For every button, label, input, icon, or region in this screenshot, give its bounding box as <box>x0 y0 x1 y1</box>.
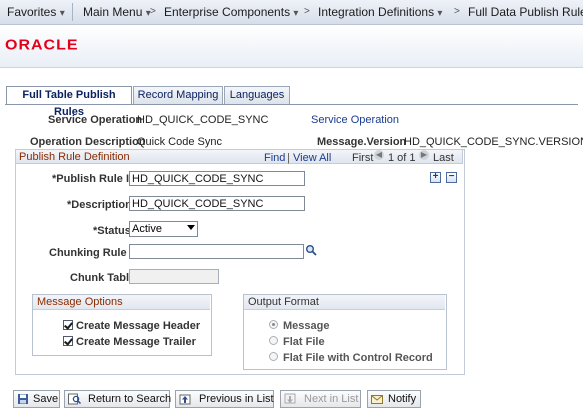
nav-pipe: | <box>287 152 290 164</box>
publish-rule-id-input[interactable]: HD_QUICK_CODE_SYNC <box>129 171 305 186</box>
delete-row-icon[interactable]: − <box>446 172 457 183</box>
chunking-rule-id-label: Chunking Rule ID <box>49 247 141 259</box>
message-radio <box>269 320 278 329</box>
first-label: First <box>352 152 374 164</box>
breadcrumb-enterprise-components-label: Enterprise Components <box>164 5 291 19</box>
breadcrumb-dropdown-icon: ▾ <box>293 8 299 19</box>
flat-file-radio <box>269 336 278 345</box>
publish-rule-id-label: *Publish Rule ID <box>52 173 137 185</box>
description-label: *Description <box>67 199 132 211</box>
tab-divider <box>5 104 578 105</box>
save-icon <box>17 393 29 405</box>
notify-icon <box>371 393 383 405</box>
tab-languages[interactable]: Languages <box>224 86 290 104</box>
create-message-header-label: Create Message Header <box>76 320 201 332</box>
next-row-icon[interactable]: ▶ <box>419 150 429 160</box>
previous-in-list-button[interactable]: Previous in List <box>175 390 274 408</box>
oracle-logo: ORACLE <box>5 37 79 54</box>
save-label: Save <box>33 393 59 405</box>
create-message-trailer-checkbox[interactable] <box>63 336 73 346</box>
operation-description-label: Operation Description <box>30 136 146 148</box>
flat-file-control-radio <box>269 352 278 361</box>
breadcrumb-integration-definitions-label: Integration Definitions <box>318 5 435 19</box>
previous-in-list-icon <box>179 393 191 405</box>
message-options-title: Message Options <box>33 295 210 310</box>
tab-full-table-publish-rules[interactable]: Full Table Publish Rules <box>6 86 132 118</box>
breadcrumb-chevron-icon: > <box>454 6 460 17</box>
create-message-trailer-label: Create Message Trailer <box>76 336 196 348</box>
breadcrumb-full-data-publish-rules: Full Data Publish Rules <box>468 5 583 19</box>
notify-label: Notify <box>388 393 417 405</box>
main-menu-label: Main Menu <box>83 5 143 19</box>
favorites-dropdown-icon: ▾ <box>59 8 65 19</box>
next-in-list-icon <box>284 393 296 405</box>
message-version-label: Message.Version <box>317 136 407 148</box>
next-in-list-label: Next in List <box>304 393 359 405</box>
branding-header <box>0 25 583 68</box>
next-in-list-button: Next in List <box>280 390 361 408</box>
status-label: *Status <box>93 225 131 237</box>
service-operation-link[interactable]: Service Operation <box>311 114 399 126</box>
output-format-title: Output Format <box>244 295 445 310</box>
row-range: 1 of 1 <box>388 152 416 164</box>
last-label: Last <box>433 152 454 164</box>
return-to-search-icon <box>68 393 82 405</box>
status-select[interactable]: Active <box>129 221 198 237</box>
search-icon[interactable] <box>305 244 317 256</box>
flat-file-radio-label: Flat File <box>283 336 325 348</box>
publish-rule-definition-title: Publish Rule Definition <box>19 151 130 163</box>
message-version-value: HD_QUICK_CODE_SYNC.VERSION_1 <box>404 136 583 148</box>
notify-button[interactable]: Notify <box>367 390 421 408</box>
chevron-down-icon <box>187 225 195 230</box>
chunking-rule-id-input[interactable] <box>129 244 304 259</box>
nav-separator <box>72 3 73 21</box>
flat-file-control-radio-label: Flat File with Control Record <box>283 352 433 364</box>
message-radio-label: Message <box>283 320 330 332</box>
breadcrumb-chevron-icon: > <box>304 6 310 17</box>
top-navigation-bar: Favorites ▾ Main Menu ▾ > Enterprise Com… <box>0 0 583 25</box>
add-row-icon[interactable]: + <box>430 172 441 183</box>
return-to-search-button[interactable]: Return to Search <box>64 390 172 408</box>
breadcrumb-chevron-icon: > <box>150 6 156 17</box>
service-operation-value: HD_QUICK_CODE_SYNC <box>137 114 269 126</box>
view-all-link[interactable]: View All <box>293 152 331 164</box>
return-to-search-label: Return to Search <box>88 393 172 405</box>
breadcrumb-integration-definitions[interactable]: Integration Definitions ▾ <box>318 5 442 19</box>
operation-description-value: Quick Code Sync <box>137 136 222 148</box>
chunk-table-label: Chunk Table <box>70 272 136 284</box>
breadcrumb-enterprise-components[interactable]: Enterprise Components ▾ <box>164 5 298 19</box>
tab-record-mapping[interactable]: Record Mapping <box>133 86 223 104</box>
service-operation-label: Service Operation <box>48 114 143 126</box>
previous-row-icon[interactable]: ◀ <box>374 150 384 160</box>
breadcrumb-dropdown-icon: ▾ <box>437 8 443 19</box>
chunk-table-input <box>129 269 219 284</box>
create-message-header-checkbox[interactable] <box>63 320 73 330</box>
favorites-label: Favorites <box>7 5 57 19</box>
description-input[interactable]: HD_QUICK_CODE_SYNC <box>129 196 305 211</box>
save-button[interactable]: Save <box>13 390 60 408</box>
previous-in-list-label: Previous in List <box>199 393 274 405</box>
status-select-value: Active <box>132 223 162 235</box>
main-menu[interactable]: Main Menu ▾ <box>83 5 151 19</box>
favorites-menu[interactable]: Favorites ▾ <box>7 5 65 19</box>
find-link[interactable]: Find <box>264 152 285 164</box>
